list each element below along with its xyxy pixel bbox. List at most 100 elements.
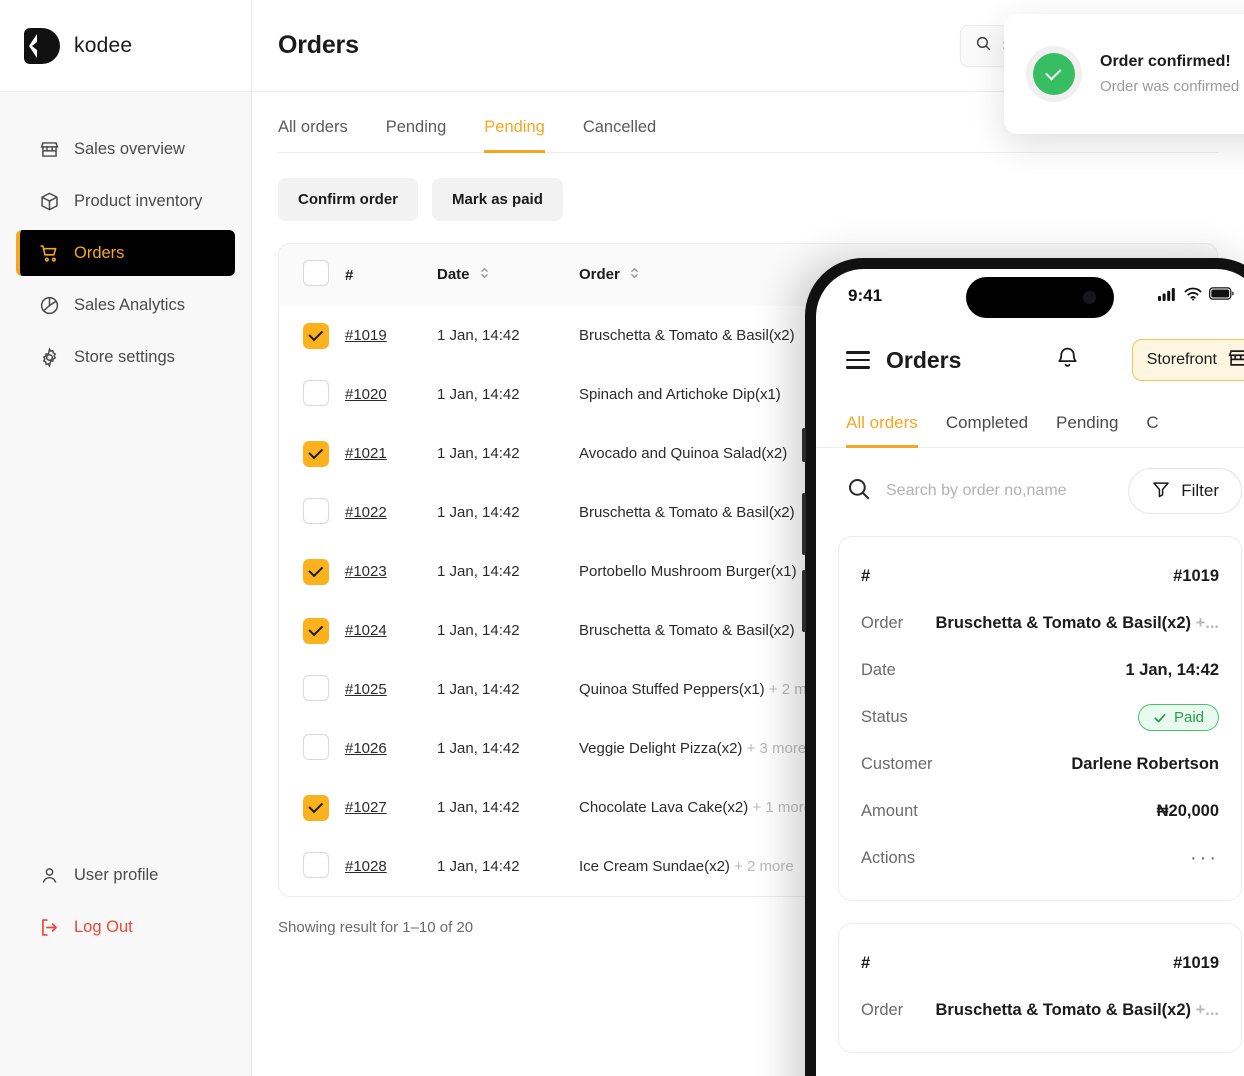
sort-icon[interactable]	[630, 266, 639, 284]
phone-volume-up-button[interactable]	[802, 493, 806, 555]
order-id-link[interactable]: #1028	[345, 858, 387, 875]
row-checkbox[interactable]	[303, 617, 329, 644]
logout-icon	[38, 916, 60, 938]
order-id-link[interactable]: #1022	[345, 504, 387, 521]
filter-button[interactable]: Filter	[1128, 468, 1242, 514]
order-card[interactable]: # #1019 Order Bruschetta & Tomato & Basil(x…	[838, 536, 1242, 901]
row-checkbox[interactable]	[303, 497, 329, 524]
tab-pending-1[interactable]: Pending	[386, 118, 447, 153]
order-id-link[interactable]: #1021	[345, 445, 387, 462]
tab-all-orders[interactable]: All orders	[278, 118, 348, 153]
sidebar-item-store-settings[interactable]: Store settings	[16, 334, 235, 380]
phone-status-bar: 9:41	[816, 269, 1244, 323]
phone-search-input[interactable]: Search by order no,name	[846, 476, 1114, 507]
order-items-text: Bruschetta & Tomato & Basil(x2)	[579, 622, 795, 639]
row-actions-menu[interactable]: ···	[1190, 847, 1219, 870]
phone-order-cards: # #1019 Order Bruschetta & Tomato & Basil(x…	[816, 536, 1244, 1053]
sidebar-item-label: Product inventory	[74, 191, 203, 210]
sidebar-item-orders[interactable]: Orders	[16, 230, 235, 276]
sort-icon[interactable]	[480, 266, 489, 284]
order-items-text: Bruschetta & Tomato & Basil(x2)	[579, 327, 795, 344]
phone-tab-cancelled[interactable]: C	[1146, 413, 1158, 448]
row-checkbox[interactable]	[303, 733, 329, 760]
card-key: Date	[861, 661, 896, 679]
order-items-label: Bruschetta & Tomato & Basil(x2)	[935, 1001, 1192, 1019]
card-value: ₦20,000	[1156, 802, 1219, 820]
order-id-link[interactable]: #1020	[345, 386, 387, 403]
row-date-cell: 1 Jan, 14:42	[437, 504, 520, 521]
mark-as-paid-button[interactable]: Mark as paid	[432, 178, 563, 221]
card-row: Amount ₦20,000	[861, 788, 1219, 835]
order-id-link[interactable]: #1023	[345, 563, 387, 580]
wifi-icon	[1184, 287, 1202, 306]
row-id-cell: #1020	[345, 365, 437, 424]
row-checkbox[interactable]	[303, 851, 329, 878]
card-row: # #1019	[861, 940, 1219, 987]
sidebar-item-product-inventory[interactable]: Product inventory	[16, 178, 235, 224]
box-icon	[38, 190, 60, 212]
phone-mute-button[interactable]	[802, 428, 806, 462]
store-icon	[38, 138, 60, 160]
card-key: Order	[861, 1001, 904, 1019]
confirm-order-button[interactable]: Confirm order	[278, 178, 419, 221]
storefront-chip[interactable]: Storefront	[1131, 339, 1244, 381]
row-select-cell	[279, 306, 345, 365]
search-icon	[846, 476, 872, 507]
row-date-cell: 1 Jan, 14:42	[437, 563, 520, 580]
row-checkbox[interactable]	[303, 674, 329, 701]
tab-pending-2[interactable]: Pending	[484, 118, 545, 153]
sidebar: kodee Sales overview Product inventory O…	[0, 0, 252, 1076]
card-key: Actions	[861, 849, 916, 867]
order-items-text: Portobello Mushroom Burger(x1)	[579, 563, 797, 580]
column-header-date-label: Date	[437, 265, 470, 283]
card-row: Date 1 Jan, 14:42	[861, 647, 1219, 694]
row-date-cell: 1 Jan, 14:42	[437, 327, 520, 344]
tab-cancelled[interactable]: Cancelled	[583, 118, 656, 153]
status-badge-label: Paid	[1173, 709, 1204, 726]
row-select-cell	[279, 837, 345, 896]
bell-icon[interactable]	[1055, 345, 1080, 375]
sidebar-item-label: Orders	[74, 243, 125, 262]
order-id-link[interactable]: #1019	[345, 327, 387, 344]
phone-search-placeholder: Search by order no,name	[886, 482, 1067, 499]
sidebar-item-label: Sales overview	[74, 139, 185, 158]
cart-icon	[38, 242, 60, 264]
row-checkbox[interactable]	[303, 440, 329, 467]
row-date-cell: 1 Jan, 14:42	[437, 740, 520, 757]
column-header-id-label: #	[345, 266, 354, 284]
dynamic-island	[966, 277, 1114, 318]
sidebar-item-user-profile[interactable]: User profile	[16, 852, 235, 898]
row-checkbox[interactable]	[303, 558, 329, 585]
row-select-cell	[279, 365, 345, 424]
column-header-date[interactable]: Date	[437, 244, 579, 306]
row-id-cell: #1022	[345, 483, 437, 542]
row-id-cell: #1027	[345, 778, 437, 837]
toast-notification[interactable]: Order confirmed! Order was confirmed	[1004, 14, 1244, 134]
order-id-link[interactable]: #1027	[345, 799, 387, 816]
card-row: Order Bruschetta & Tomato & Basil(x2) +..…	[861, 987, 1219, 1034]
sidebar-footer-nav: User profile Log Out	[0, 846, 251, 956]
row-select-cell	[279, 778, 345, 837]
order-id-link[interactable]: #1026	[345, 740, 387, 757]
phone-tab-all-orders[interactable]: All orders	[846, 413, 918, 448]
phone-tab-completed[interactable]: Completed	[946, 413, 1028, 448]
row-checkbox[interactable]	[303, 379, 329, 406]
row-checkbox[interactable]	[303, 322, 329, 349]
phone-volume-down-button[interactable]	[802, 570, 806, 632]
kodee-logo-icon	[22, 26, 62, 66]
sidebar-item-sales-analytics[interactable]: Sales Analytics	[16, 282, 235, 328]
brand-logo[interactable]: kodee	[0, 0, 251, 92]
row-date-cell: 1 Jan, 14:42	[437, 681, 520, 698]
order-items-text: Bruschetta & Tomato & Basil(x2) +...	[936, 1001, 1219, 1020]
sidebar-item-sales-overview[interactable]: Sales overview	[16, 126, 235, 172]
row-checkbox[interactable]	[303, 794, 329, 821]
order-card[interactable]: # #1019 Order Bruschetta & Tomato & Basil(x…	[838, 923, 1242, 1053]
phone-tab-pending[interactable]: Pending	[1056, 413, 1118, 448]
select-all-checkbox[interactable]	[303, 260, 329, 286]
hamburger-icon[interactable]	[846, 351, 870, 369]
sidebar-item-log-out[interactable]: Log Out	[16, 904, 235, 950]
order-id-link[interactable]: #1025	[345, 681, 387, 698]
row-id-cell: #1025	[345, 660, 437, 719]
order-id-link[interactable]: #1024	[345, 622, 387, 639]
order-items-text: Bruschetta & Tomato & Basil(x2)	[579, 504, 795, 521]
